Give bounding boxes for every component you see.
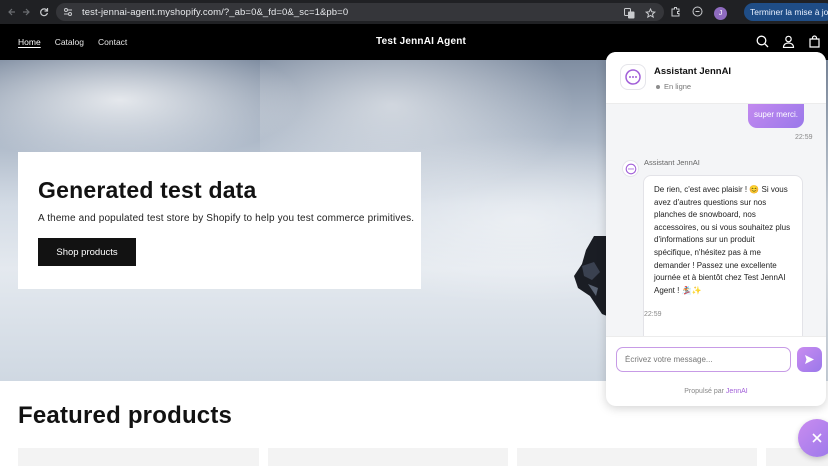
product-card[interactable] (18, 448, 259, 466)
chat-header: Assistant JennAI En ligne (606, 52, 826, 104)
product-card[interactable] (268, 448, 508, 466)
powered-brand[interactable]: JennAI (726, 388, 748, 395)
powered-prefix: Propulsé par (684, 388, 724, 395)
chat-composer (606, 336, 826, 382)
hero-subtitle: A theme and populated test store by Shop… (38, 213, 415, 224)
hero-title: Generated test data (38, 177, 257, 203)
browser-toolbar: test-jennai-agent.myshopify.com/?_ab=0&_… (0, 0, 828, 24)
main-nav: Home Catalog Contact (18, 37, 127, 47)
nav-contact[interactable]: Contact (98, 37, 127, 47)
powered-by: Propulsé par JennAI (606, 388, 826, 395)
bot-avatar-icon (622, 160, 639, 177)
forward-icon[interactable] (18, 4, 34, 20)
send-icon (805, 355, 814, 364)
update-button[interactable]: Terminer la mise à jour (744, 3, 828, 21)
featured-products-heading: Featured products (18, 402, 233, 429)
extensions-icon[interactable] (670, 4, 681, 22)
status-label: En ligne (664, 82, 692, 91)
message-input[interactable] (616, 347, 791, 372)
account-icon[interactable] (782, 35, 795, 53)
bot-message: De rien, c'est avec plaisir ! 😊 Si vous … (643, 175, 803, 336)
nav-home[interactable]: Home (18, 37, 41, 47)
search-icon[interactable] (756, 35, 769, 53)
profile-avatar[interactable]: J (714, 6, 727, 20)
chat-title: Assistant JennAI (654, 66, 732, 77)
chat-messages[interactable]: super merci. 22:59 Assistant JennAI De r… (606, 104, 826, 336)
hero-card: Generated test data A theme and populate… (18, 152, 421, 289)
bookmark-star-icon[interactable] (644, 6, 657, 24)
user-message: super merci. (748, 104, 804, 128)
translate-icon[interactable] (624, 6, 635, 24)
send-button[interactable] (797, 347, 822, 372)
reload-icon[interactable] (36, 4, 52, 20)
bot-name: Assistant JennAI (644, 158, 700, 167)
user-message-time: 22:59 (795, 134, 813, 141)
shop-products-button[interactable]: Shop products (38, 238, 136, 266)
address-bar[interactable]: test-jennai-agent.myshopify.com/?_ab=0&_… (56, 3, 664, 21)
chat-dots-icon (620, 64, 646, 90)
store-brand[interactable]: Test JennAI Agent (376, 36, 466, 47)
chat-widget: Assistant JennAI En ligne super merci. 2… (606, 52, 826, 406)
cart-icon[interactable] (808, 35, 821, 53)
tab-search-icon[interactable] (692, 4, 703, 22)
url-text: test-jennai-agent.myshopify.com/?_ab=0&_… (82, 6, 349, 18)
online-status: En ligne (656, 82, 691, 91)
chat-close-button[interactable] (798, 419, 828, 457)
close-icon (812, 433, 822, 443)
nav-catalog[interactable]: Catalog (55, 37, 84, 47)
site-settings-icon[interactable] (62, 6, 74, 18)
bot-message-time: 22:59 (644, 311, 662, 318)
status-dot (656, 84, 660, 89)
product-card[interactable] (517, 448, 757, 466)
